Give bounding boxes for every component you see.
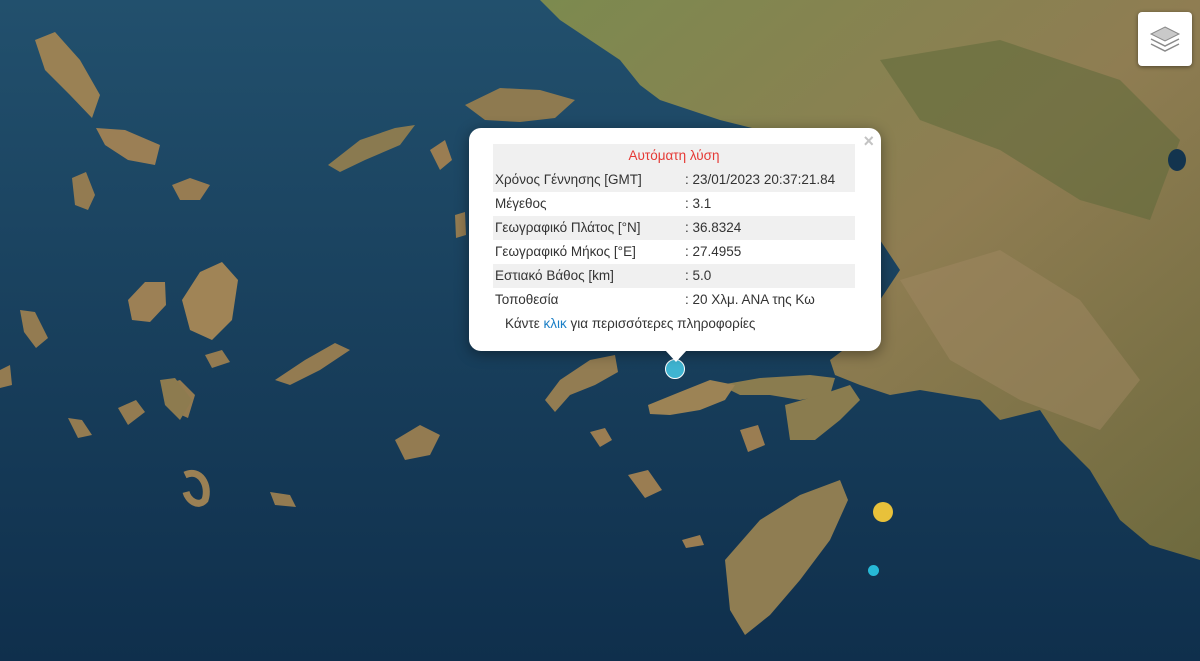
table-row: Γεωγραφικό Μήκος [°E] : 27.4955	[493, 240, 855, 264]
row-value: : 36.8324	[685, 220, 742, 235]
lake	[1168, 149, 1186, 171]
island-small-7	[455, 212, 466, 238]
row-label: Γεωγραφικό Μήκος [°E]	[495, 244, 636, 259]
more-info-line: Κάντε κλικ για περισσότερες πληροφορίες	[493, 312, 855, 336]
popup-close-button[interactable]: ×	[863, 131, 874, 151]
info-table: Χρόνος Γέννησης [GMT] : 23/01/2023 20:37…	[493, 168, 855, 312]
more-info-suffix: για περισσότερες πληροφορίες	[570, 316, 756, 331]
row-value: : 5.0	[685, 268, 712, 283]
layers-icon	[1149, 26, 1181, 52]
row-value: : 23/01/2023 20:37:21.84	[685, 172, 836, 187]
more-info-link[interactable]: κλικ	[544, 316, 567, 331]
row-value: : 20 Χλμ. ΑΝΑ της Κω	[685, 292, 815, 307]
satellite-map[interactable]: × Αυτόματη λύση Χρόνος Γέννησης [GMT] : …	[0, 0, 1200, 661]
popup-pointer	[665, 350, 687, 362]
quake-marker-yellow[interactable]	[873, 502, 893, 522]
popup-title: Αυτόματη λύση	[493, 144, 855, 168]
row-label: Γεωγραφικό Πλάτος [°N]	[495, 220, 641, 235]
table-row: Μέγεθος : 3.1	[493, 192, 855, 216]
layers-button[interactable]	[1138, 12, 1192, 66]
table-row: Εστιακό Βάθος [km] : 5.0	[493, 264, 855, 288]
row-value: : 3.1	[685, 196, 712, 211]
earthquake-info-popup: × Αυτόματη λύση Χρόνος Γέννησης [GMT] : …	[469, 128, 881, 362]
row-value: : 27.4955	[685, 244, 742, 259]
row-label: Χρόνος Γέννησης [GMT]	[495, 172, 642, 187]
table-row: Γεωγραφικό Πλάτος [°N] : 36.8324	[493, 216, 855, 240]
table-row: Χρόνος Γέννησης [GMT] : 23/01/2023 20:37…	[493, 168, 855, 192]
row-label: Τοποθεσία	[495, 292, 559, 307]
selected-quake-marker[interactable]	[665, 359, 685, 379]
more-info-prefix: Κάντε	[505, 316, 540, 331]
row-label: Εστιακό Βάθος [km]	[495, 268, 614, 283]
row-label: Μέγεθος	[495, 196, 547, 211]
table-row: Τοποθεσία : 20 Χλμ. ΑΝΑ της Κω	[493, 288, 855, 312]
popup-content: Αυτόματη λύση Χρόνος Γέννησης [GMT] : 23…	[493, 144, 855, 336]
quake-marker-small-cyan[interactable]	[868, 565, 879, 576]
